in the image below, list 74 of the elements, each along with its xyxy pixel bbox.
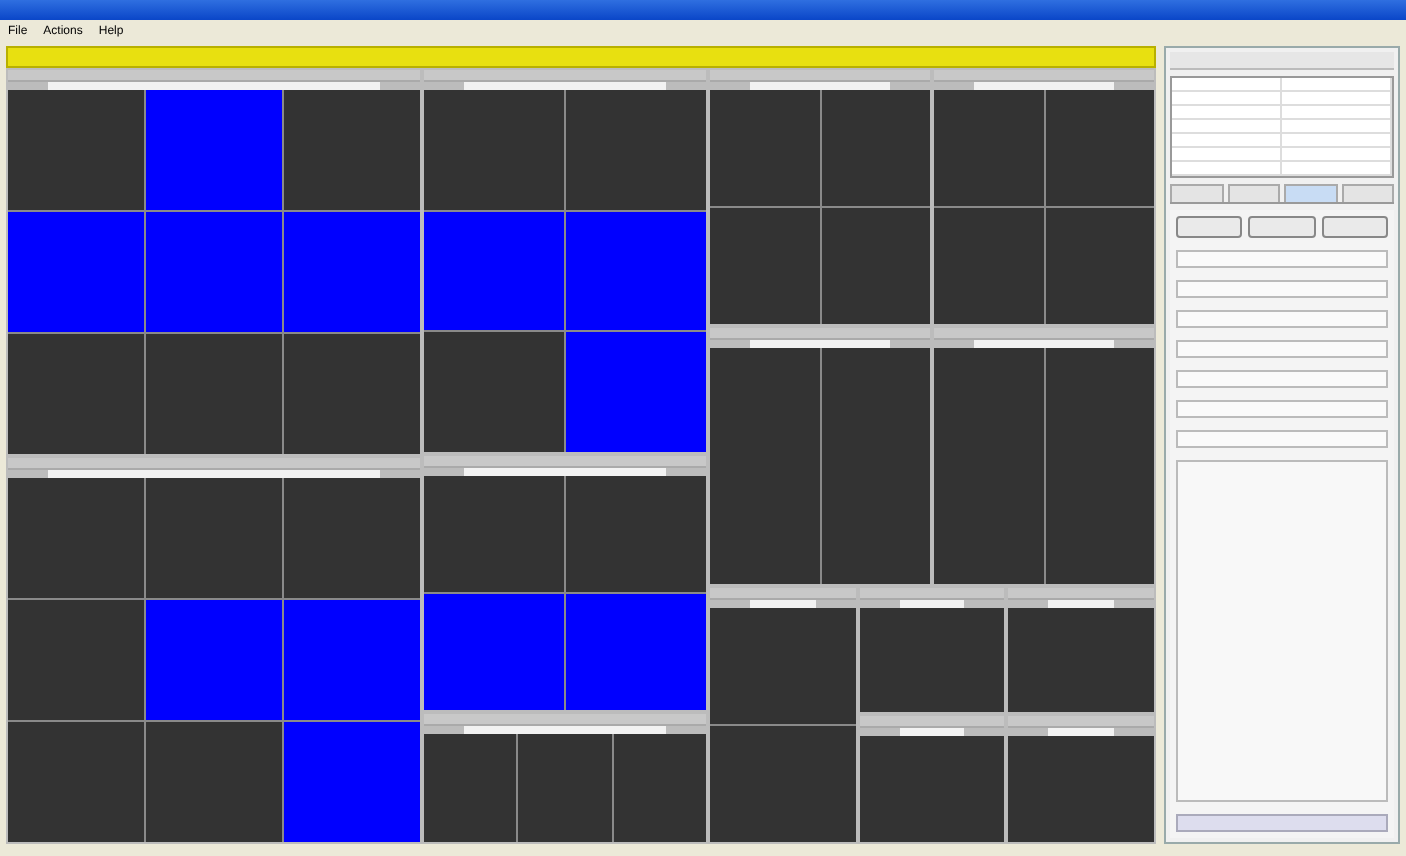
treemap-cell[interactable] bbox=[423, 211, 565, 331]
treemap-cell[interactable] bbox=[1008, 607, 1154, 713]
input-field[interactable] bbox=[1176, 280, 1388, 298]
treemap-cell[interactable] bbox=[934, 348, 1044, 584]
tab[interactable] bbox=[1341, 184, 1394, 202]
button[interactable] bbox=[1321, 216, 1388, 238]
treemap-cell[interactable] bbox=[8, 334, 144, 454]
treemap-cell[interactable] bbox=[283, 212, 420, 332]
group-subheader bbox=[1048, 599, 1114, 608]
scroll-bar[interactable] bbox=[1176, 814, 1388, 832]
input-field[interactable] bbox=[1176, 430, 1388, 448]
treemap-cell[interactable] bbox=[1008, 736, 1154, 842]
treemap-cell[interactable] bbox=[423, 594, 565, 711]
treemap-cell[interactable] bbox=[710, 725, 856, 842]
group-subheader bbox=[750, 340, 891, 349]
group-subheader bbox=[1048, 728, 1114, 737]
group-subheader bbox=[974, 82, 1115, 90]
treemap-cell[interactable] bbox=[145, 212, 282, 332]
treemap-cell[interactable] bbox=[145, 722, 282, 842]
treemap-cell[interactable] bbox=[8, 600, 144, 720]
treemap-cell[interactable] bbox=[1045, 90, 1155, 207]
tab[interactable] bbox=[1227, 184, 1280, 202]
treemap-cell[interactable] bbox=[145, 334, 282, 454]
treemap-cell[interactable] bbox=[283, 90, 420, 210]
treemap-cell[interactable] bbox=[8, 722, 144, 842]
treemap-cell[interactable] bbox=[613, 734, 707, 842]
treemap-cell[interactable] bbox=[710, 607, 856, 724]
treemap-cell[interactable] bbox=[145, 478, 282, 598]
treemap-cell[interactable] bbox=[283, 722, 420, 842]
tab[interactable] bbox=[1170, 184, 1223, 202]
treemap-cell[interactable] bbox=[566, 476, 707, 593]
input-field[interactable] bbox=[1176, 250, 1388, 268]
treemap-cell[interactable] bbox=[934, 208, 1044, 325]
treemap-cell[interactable] bbox=[710, 348, 820, 584]
treemap-cell[interactable] bbox=[8, 90, 144, 210]
treemap-cell[interactable] bbox=[423, 476, 565, 593]
treemap-cell[interactable] bbox=[423, 90, 565, 210]
treemap-cell[interactable] bbox=[566, 594, 707, 711]
button[interactable] bbox=[1248, 216, 1316, 238]
treemap-cell[interactable] bbox=[566, 90, 707, 210]
list-box[interactable] bbox=[1176, 460, 1388, 802]
treemap-cell[interactable] bbox=[821, 90, 931, 207]
group-subheader bbox=[750, 599, 816, 608]
treemap-cell[interactable] bbox=[283, 600, 420, 720]
input-field[interactable] bbox=[1176, 400, 1388, 418]
button[interactable] bbox=[1176, 216, 1243, 238]
treemap-cell[interactable] bbox=[8, 478, 144, 598]
treemap-cell[interactable] bbox=[8, 212, 144, 332]
tab[interactable] bbox=[1284, 184, 1337, 202]
treemap-cell[interactable] bbox=[145, 600, 282, 720]
input-field[interactable] bbox=[1176, 370, 1388, 388]
treemap-cell[interactable] bbox=[821, 208, 931, 325]
treemap-cell[interactable] bbox=[423, 734, 517, 842]
treemap-cell[interactable] bbox=[566, 332, 707, 453]
treemap-cell[interactable] bbox=[710, 208, 820, 325]
treemap-cell[interactable] bbox=[1045, 348, 1155, 584]
group-subheader bbox=[899, 728, 965, 737]
treemap-cell[interactable] bbox=[934, 90, 1044, 207]
treemap-cell[interactable] bbox=[566, 211, 707, 331]
input-field[interactable] bbox=[1176, 340, 1388, 358]
treemap-cell[interactable] bbox=[518, 734, 612, 842]
treemap-cell[interactable] bbox=[283, 334, 420, 454]
treemap-cell[interactable] bbox=[423, 332, 565, 453]
treemap-cell[interactable] bbox=[821, 348, 931, 584]
treemap-cell[interactable] bbox=[859, 736, 1005, 842]
treemap-cell[interactable] bbox=[283, 478, 420, 598]
treemap-cell[interactable] bbox=[145, 90, 282, 210]
treemap-cell[interactable] bbox=[859, 607, 1005, 713]
treemap-cell[interactable] bbox=[1045, 208, 1155, 325]
group-subheader bbox=[750, 82, 891, 90]
group-subheader bbox=[899, 599, 965, 608]
input-field[interactable] bbox=[1176, 310, 1388, 328]
treemap-cell[interactable] bbox=[710, 90, 820, 207]
group-subheader bbox=[974, 340, 1115, 349]
